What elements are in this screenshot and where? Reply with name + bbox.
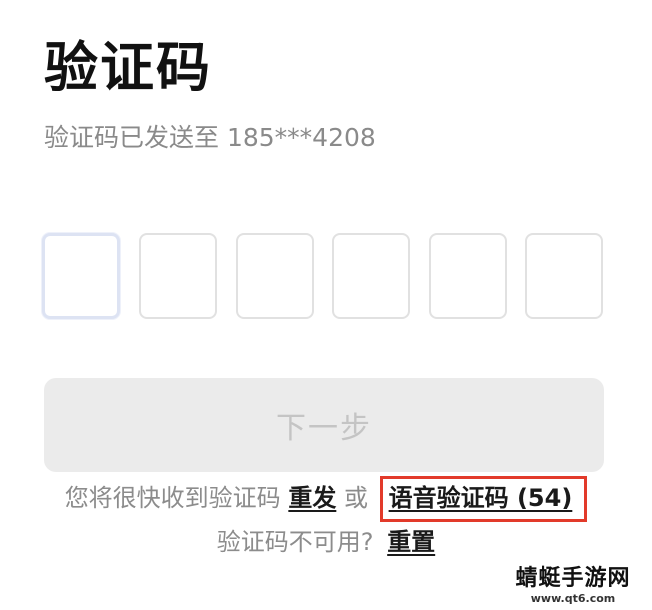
watermark-url: www.qt6.com	[530, 592, 616, 605]
code-digit-box-4[interactable]	[332, 233, 410, 319]
hint-prefix-text: 您将很快收到验证码	[64, 484, 281, 512]
code-digit-box-1[interactable]	[42, 233, 120, 319]
code-digit-box-5[interactable]	[429, 233, 507, 319]
sent-to-subtitle: 验证码已发送至 185***4208	[44, 123, 376, 152]
voice-code-link[interactable]: 语音验证码 (54)	[389, 484, 573, 512]
or-text: 或	[343, 484, 368, 512]
voice-code-highlight-box: 语音验证码 (54)	[379, 476, 588, 522]
resend-hint-row: 您将很快收到验证码 重发 或 语音验证码 (54)	[0, 476, 652, 522]
resend-link[interactable]: 重发	[288, 484, 336, 512]
reset-link[interactable]: 重置	[387, 528, 435, 556]
watermark-title: 蜻蜓手游网	[515, 566, 631, 591]
reset-row: 验证码不可用? 重置	[0, 520, 652, 564]
verification-code-input[interactable]	[42, 233, 604, 323]
page-title: 验证码	[44, 36, 212, 99]
next-step-button[interactable]: 下一步	[44, 378, 604, 472]
code-digit-box-6[interactable]	[525, 233, 603, 319]
reset-prefix-text: 验证码不可用?	[216, 528, 374, 556]
code-digit-box-3[interactable]	[236, 233, 314, 319]
site-watermark: 蜻蜓手游网 www.qt6.com	[508, 566, 638, 606]
code-digit-box-2[interactable]	[139, 233, 217, 319]
